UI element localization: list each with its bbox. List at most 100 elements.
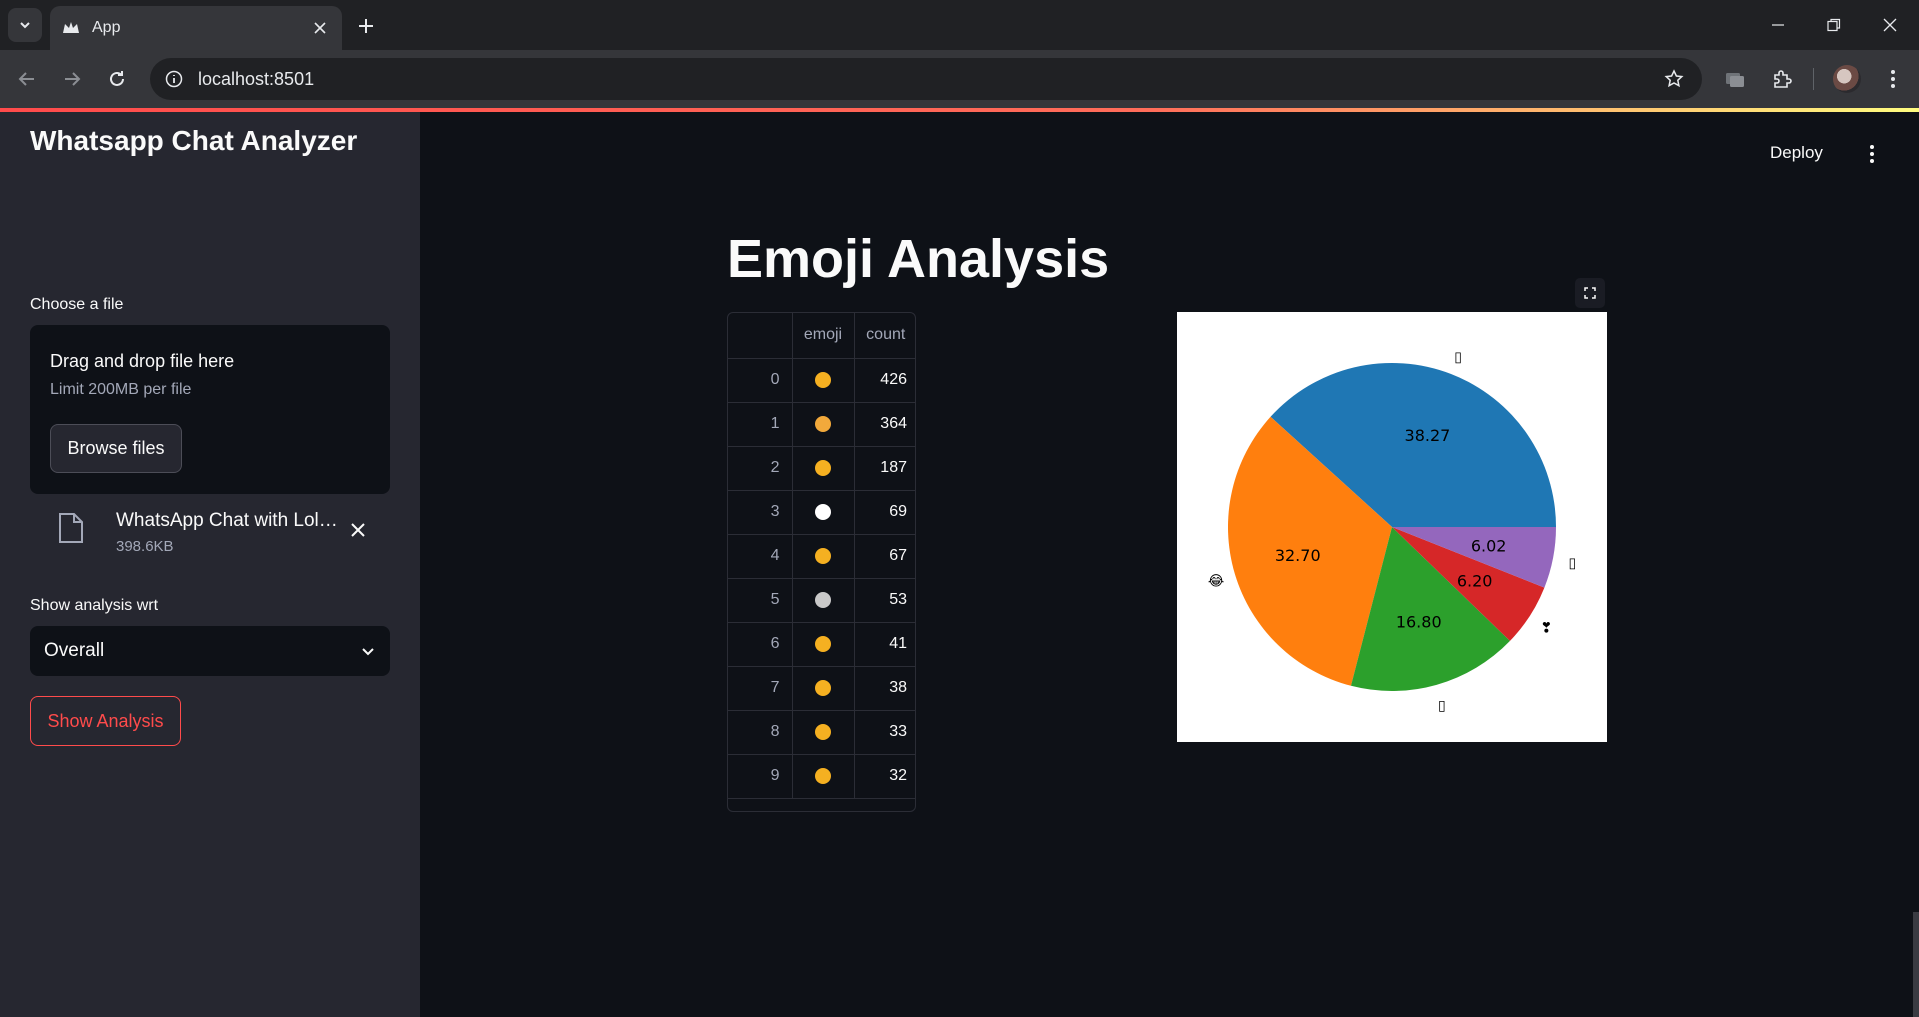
- table-row[interactable]: 5 53: [728, 578, 915, 623]
- sidebar: [0, 112, 420, 1017]
- pie-category-label: 😂: [1208, 574, 1224, 590]
- address-bar[interactable]: localhost:8501: [150, 58, 1702, 100]
- pie-category-label: ▯: [1569, 556, 1577, 572]
- bookmark-star-icon[interactable]: [1662, 67, 1686, 91]
- streamlit-crown-icon: [62, 19, 80, 37]
- count-cell: 426: [854, 358, 915, 403]
- row-index: 4: [728, 534, 793, 579]
- pie-category-label: ❣: [1540, 621, 1552, 637]
- table-row[interactable]: 4 67: [728, 534, 915, 579]
- sidebar-title: Whatsapp Chat Analyzer: [30, 125, 358, 156]
- table-row[interactable]: 1 364: [728, 402, 915, 447]
- minimize-icon: [1772, 24, 1784, 26]
- table-row[interactable]: 3 69: [728, 490, 915, 535]
- reload-button[interactable]: [100, 62, 134, 96]
- table-row[interactable]: 2 187: [728, 446, 915, 491]
- row-index: 0: [728, 358, 793, 403]
- extension-media-icon[interactable]: [1718, 62, 1752, 96]
- pie-value-label: 6.20: [1457, 571, 1493, 590]
- emoji-cell: [792, 490, 855, 535]
- table-row[interactable]: 0 426: [728, 358, 915, 403]
- fullscreen-button[interactable]: [1575, 278, 1605, 308]
- row-index: 9: [728, 754, 793, 799]
- browser-tab[interactable]: App: [50, 6, 342, 50]
- plus-icon: [359, 19, 373, 33]
- pie-value-label: 32.70: [1275, 546, 1321, 565]
- show-analysis-button[interactable]: Show Analysis: [30, 696, 181, 746]
- pie-value-label: 16.80: [1396, 613, 1442, 632]
- emoji-glyph: [815, 723, 831, 740]
- emoji-cell: [792, 578, 855, 623]
- emoji-glyph: [815, 371, 831, 388]
- browse-files-button[interactable]: Browse files: [50, 424, 182, 473]
- row-index: 2: [728, 446, 793, 491]
- pie-chart-svg: 38.27 ▯ 32.70 😂 16.80 ▯ 6.20 ❣ 6.02 ▯: [1208, 350, 1577, 714]
- extensions-puzzle-icon[interactable]: [1765, 62, 1799, 96]
- url-text: localhost:8501: [198, 68, 315, 89]
- tab-search-button[interactable]: [8, 8, 42, 42]
- emoji-glyph: [815, 503, 831, 520]
- new-tab-button[interactable]: [352, 12, 380, 40]
- toolbar-divider: [1813, 68, 1814, 90]
- reload-icon: [110, 71, 124, 86]
- uploaded-file: WhatsApp Chat with Lolo… 398.6KB: [30, 508, 390, 560]
- restore-button[interactable]: [1806, 0, 1862, 50]
- analysis-wrt-select[interactable]: Overall: [30, 626, 390, 676]
- count-cell: 69: [854, 490, 915, 535]
- minimize-button[interactable]: [1750, 0, 1806, 50]
- emoji-glyph: [815, 767, 831, 784]
- pie-category-label: ▯: [1454, 350, 1462, 366]
- fullscreen-icon: [1584, 287, 1596, 299]
- close-tab-icon[interactable]: [310, 18, 330, 38]
- chevron-down-icon: [20, 22, 30, 29]
- emoji-glyph: [815, 459, 831, 476]
- dropzone-limit: Limit 200MB per file: [50, 381, 192, 398]
- pie-chart: 38.27 ▯ 32.70 😂 16.80 ▯ 6.20 ❣ 6.02 ▯: [1177, 312, 1607, 742]
- browser-menu-icon[interactable]: [1876, 62, 1910, 96]
- close-icon: [1883, 18, 1897, 32]
- emoji-cell: [792, 666, 855, 711]
- remove-file-icon[interactable]: [346, 518, 370, 542]
- table-row[interactable]: 9 32: [728, 754, 915, 799]
- row-index: 3: [728, 490, 793, 535]
- emoji-glyph: [815, 547, 831, 564]
- count-cell: 38: [854, 666, 915, 711]
- analysis-wrt-label: Show analysis wrt: [30, 597, 159, 614]
- forward-button[interactable]: [55, 62, 89, 96]
- row-index: 5: [728, 578, 793, 623]
- emoji-glyph: [815, 415, 831, 432]
- back-button[interactable]: [10, 62, 44, 96]
- count-cell: 53: [854, 578, 915, 623]
- row-index: 6: [728, 622, 793, 667]
- table-row[interactable]: 8 33: [728, 710, 915, 755]
- table-row[interactable]: 7 38: [728, 666, 915, 711]
- pie-value-label: 38.27: [1405, 426, 1451, 445]
- emoji-cell: [792, 622, 855, 667]
- column-header-index[interactable]: [728, 313, 793, 359]
- deploy-button[interactable]: Deploy: [1770, 143, 1823, 163]
- count-cell: 187: [854, 446, 915, 491]
- file-uploader-label: Choose a file: [30, 296, 124, 313]
- chevron-down-icon: [362, 648, 374, 656]
- file-dropzone[interactable]: Drag and drop file here Limit 200MB per …: [30, 325, 390, 494]
- table-row[interactable]: 6 41: [728, 622, 915, 667]
- restore-icon: [1827, 18, 1841, 32]
- file-size: 398.6KB: [116, 538, 174, 555]
- main-menu-icon[interactable]: [1862, 140, 1882, 168]
- page-scrollbar[interactable]: [1913, 912, 1919, 1017]
- column-header-emoji[interactable]: emoji: [792, 313, 855, 359]
- column-header-count[interactable]: count: [854, 313, 915, 359]
- emoji-glyph: [815, 591, 831, 608]
- close-window-button[interactable]: [1862, 0, 1918, 50]
- emoji-glyph: [815, 635, 831, 652]
- emoji-cell: [792, 446, 855, 491]
- emoji-dataframe[interactable]: emoji count 0 426 1 364 2 187 3 69 4 67 5 53 6 41 7 38 8…: [727, 312, 916, 812]
- profile-avatar[interactable]: [1833, 65, 1861, 93]
- site-info-icon[interactable]: [164, 69, 184, 89]
- count-cell: 32: [854, 754, 915, 799]
- file-name: WhatsApp Chat with Lolo…: [116, 510, 346, 531]
- forward-arrow-icon: [65, 72, 81, 86]
- file-icon: [59, 513, 83, 543]
- emoji-cell: [792, 754, 855, 799]
- pie-category-label: ▯: [1438, 698, 1446, 714]
